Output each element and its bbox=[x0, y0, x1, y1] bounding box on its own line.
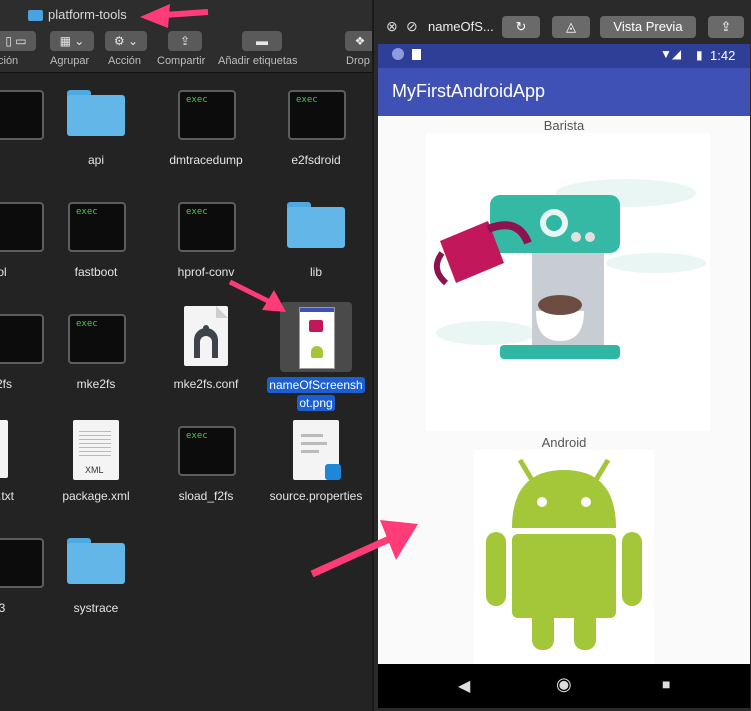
arrow-head-title-icon bbox=[140, 4, 170, 28]
arrow-to-file-icon bbox=[228, 279, 272, 305]
annotation-arrows bbox=[140, 4, 418, 578]
arrow-to-emulator-icon bbox=[310, 532, 398, 578]
